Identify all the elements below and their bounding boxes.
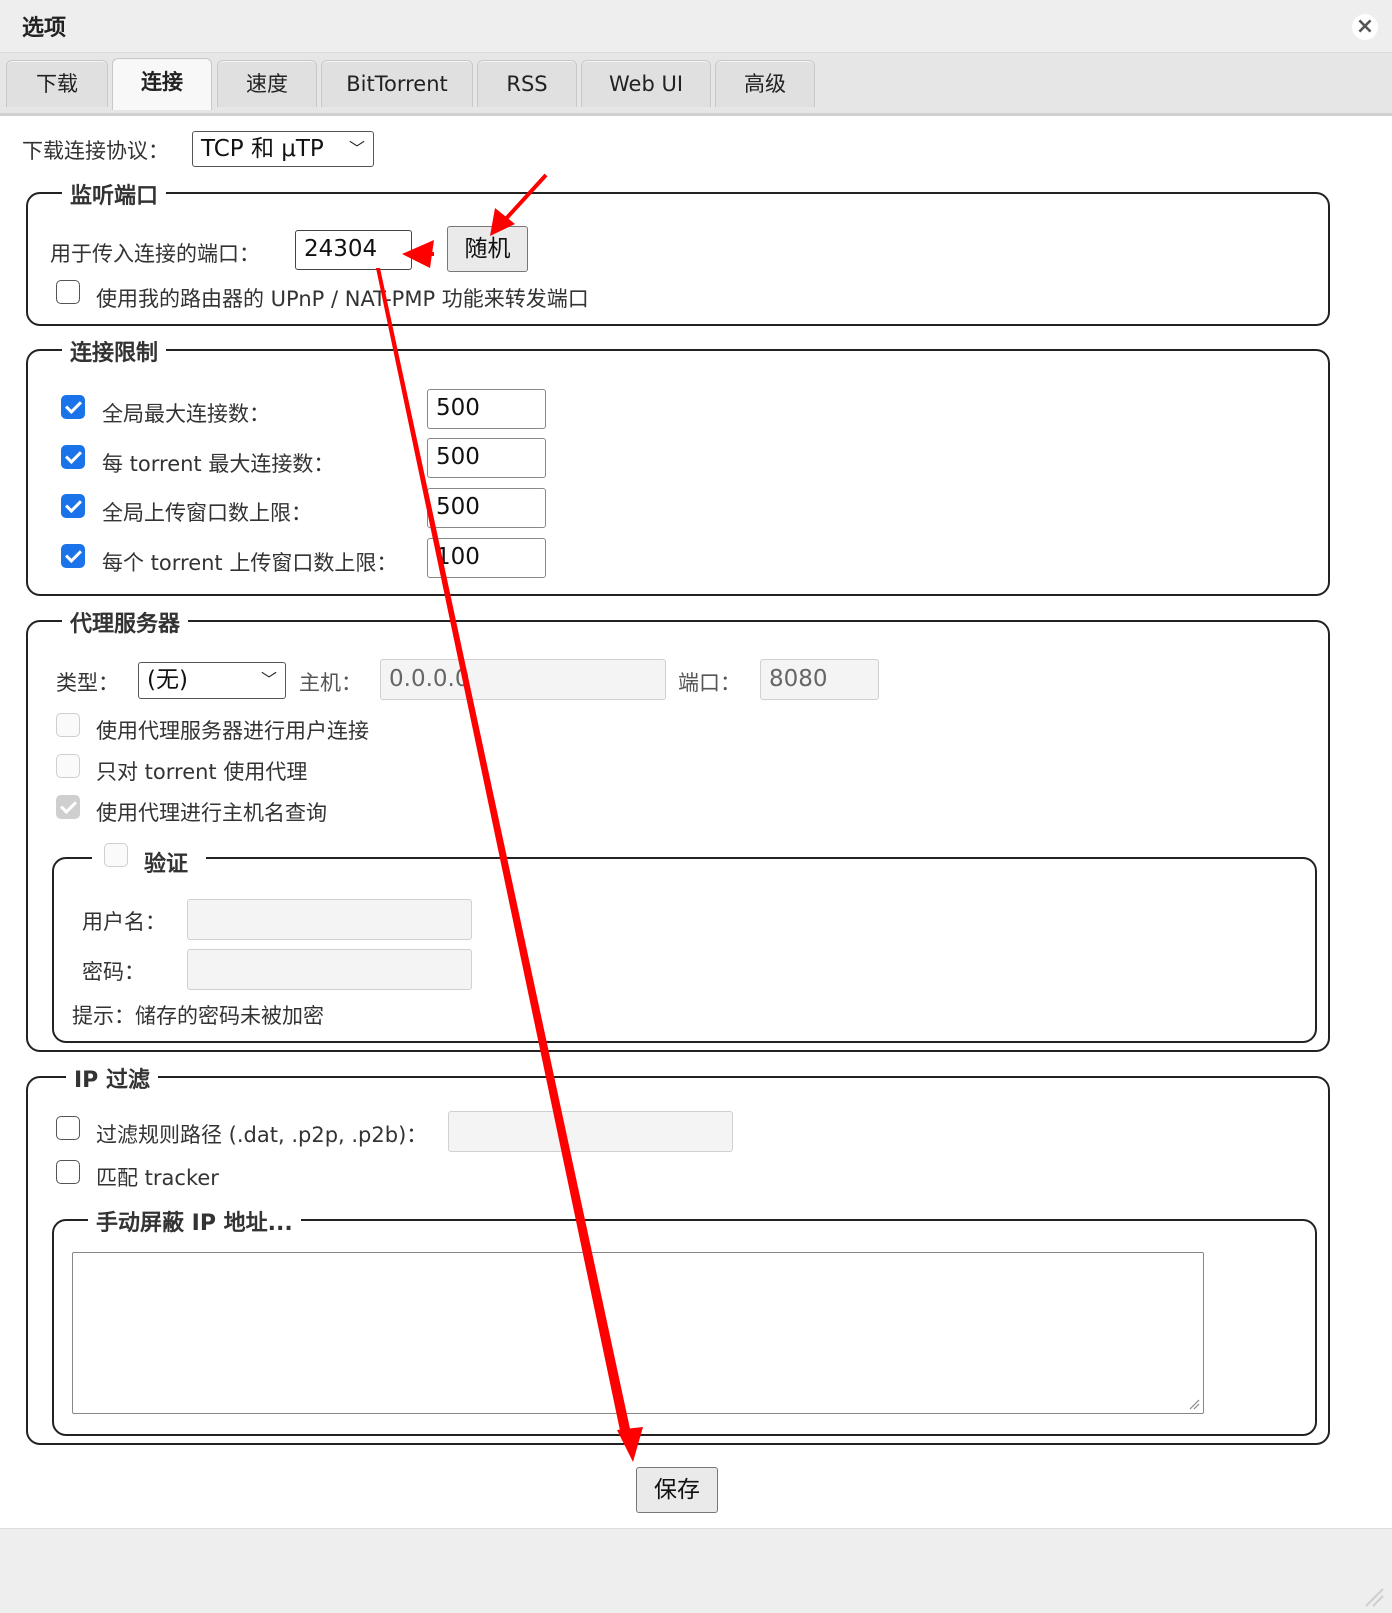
per-torrent-upload-slots-input[interactable]: 100 bbox=[427, 538, 546, 578]
listening-port-legend: 监听端口 bbox=[62, 178, 167, 210]
port-label: 用于传入连接的端口： bbox=[50, 242, 260, 266]
random-port-button[interactable]: 随机 bbox=[447, 226, 528, 272]
close-icon[interactable]: × bbox=[1352, 14, 1378, 40]
tab-download[interactable]: 下载 bbox=[6, 60, 108, 107]
proxy-hostname-checkbox[interactable] bbox=[56, 795, 80, 819]
port-input[interactable]: 24304 bbox=[295, 230, 412, 270]
protocol-select[interactable]: TCP 和 μTP ﹀ bbox=[192, 131, 374, 167]
proxy-type-select[interactable]: (无) ﹀ bbox=[138, 662, 286, 699]
global-max-connections-label: 全局最大连接数： bbox=[102, 402, 270, 426]
upnp-checkbox[interactable] bbox=[56, 280, 80, 304]
per-torrent-upload-slots-label: 每个 torrent 上传窗口数上限： bbox=[102, 551, 398, 575]
ip-filter-legend: IP 过滤 bbox=[66, 1062, 158, 1094]
auth-legend: 验证 bbox=[92, 841, 206, 877]
per-torrent-max-connections-checkbox[interactable] bbox=[61, 445, 85, 469]
proxy-legend: 代理服务器 bbox=[62, 606, 189, 638]
dialog-footer bbox=[0, 1528, 1392, 1613]
chevron-down-icon: ﹀ bbox=[260, 670, 277, 689]
dialog-title: 选项 bbox=[22, 16, 67, 41]
username-input[interactable] bbox=[187, 899, 472, 940]
proxy-host-label: 主机： bbox=[299, 671, 362, 695]
proxy-port-label: 端口： bbox=[678, 671, 741, 695]
dialog-titlebar: 选项 × bbox=[0, 0, 1392, 53]
per-torrent-max-connections-label: 每 torrent 最大连接数： bbox=[102, 452, 335, 476]
save-button[interactable]: 保存 bbox=[636, 1467, 718, 1513]
tab-speed[interactable]: 速度 bbox=[217, 60, 317, 107]
tab-bittorrent[interactable]: BitTorrent bbox=[321, 60, 473, 107]
password-input[interactable] bbox=[187, 949, 472, 990]
auth-checkbox[interactable] bbox=[104, 843, 128, 867]
global-upload-slots-input[interactable]: 500 bbox=[427, 488, 546, 528]
proxy-hostname-label: 使用代理进行主机名查询 bbox=[96, 801, 327, 825]
global-upload-slots-checkbox[interactable] bbox=[61, 494, 85, 518]
ip-filter-checkbox[interactable] bbox=[56, 1116, 80, 1140]
banned-ips-textarea[interactable] bbox=[72, 1252, 1204, 1414]
proxy-peer-label: 使用代理服务器进行用户连接 bbox=[96, 719, 369, 743]
window-resize-icon[interactable] bbox=[1362, 1585, 1384, 1607]
global-max-connections-checkbox[interactable] bbox=[61, 395, 85, 419]
tab-bar: 下载 连接 速度 BitTorrent RSS Web UI 高级 bbox=[0, 53, 1392, 116]
match-tracker-label: 匹配 tracker bbox=[96, 1166, 219, 1190]
username-label: 用户名： bbox=[82, 910, 166, 934]
tab-rss[interactable]: RSS bbox=[477, 60, 577, 107]
connection-limits-legend: 连接限制 bbox=[62, 335, 167, 367]
proxy-type-label: 类型： bbox=[56, 671, 119, 695]
per-torrent-upload-slots-checkbox[interactable] bbox=[61, 544, 85, 568]
global-upload-slots-label: 全局上传窗口数上限： bbox=[102, 501, 312, 525]
chevron-down-icon: ﹀ bbox=[348, 139, 365, 158]
match-tracker-checkbox[interactable] bbox=[56, 1160, 80, 1184]
protocol-label: 下载连接协议： bbox=[22, 139, 169, 163]
proxy-peer-checkbox[interactable] bbox=[56, 713, 80, 737]
tab-webui[interactable]: Web UI bbox=[581, 60, 711, 107]
password-label: 密码： bbox=[82, 960, 145, 984]
proxy-torrent-only-label: 只对 torrent 使用代理 bbox=[96, 760, 308, 784]
global-max-connections-input[interactable]: 500 bbox=[427, 389, 546, 429]
proxy-port-input[interactable]: 8080 bbox=[760, 659, 879, 700]
proxy-host-input[interactable]: 0.0.0.0 bbox=[380, 659, 666, 700]
ip-filter-path-input[interactable] bbox=[448, 1111, 733, 1152]
tab-advanced[interactable]: 高级 bbox=[715, 60, 815, 107]
manual-ban-legend: 手动屏蔽 IP 地址... bbox=[88, 1205, 301, 1237]
tab-connection[interactable]: 连接 bbox=[112, 58, 212, 110]
ip-filter-path-label: 过滤规则路径 (.dat, .p2p, .p2b)： bbox=[96, 1123, 428, 1147]
per-torrent-max-connections-input[interactable]: 500 bbox=[427, 438, 546, 478]
password-hint: 提示：储存的密码未被加密 bbox=[72, 1004, 324, 1028]
proxy-torrent-only-checkbox[interactable] bbox=[56, 754, 80, 778]
upnp-label: 使用我的路由器的 UPnP / NAT-PMP 功能来转发端口 bbox=[96, 287, 589, 311]
resize-grip-icon[interactable] bbox=[1188, 1398, 1200, 1410]
